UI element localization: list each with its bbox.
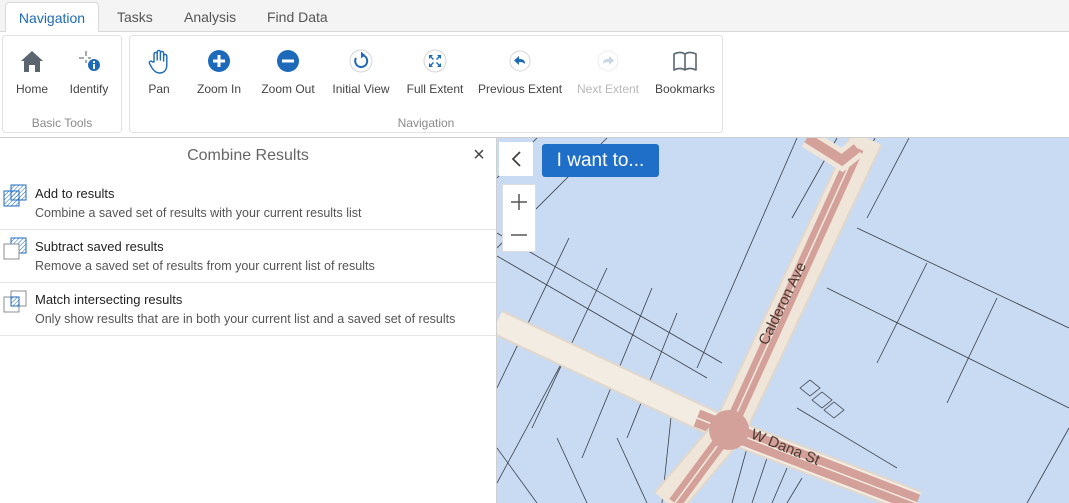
i-want-to-button[interactable]: I want to... — [542, 144, 659, 177]
item-title: Add to results — [35, 186, 115, 201]
building-outlines — [799, 379, 845, 419]
map-canvas[interactable]: Calderon Ave W Dana St — [497, 138, 1069, 503]
item-title: Subtract saved results — [35, 239, 164, 254]
previous-extent-button[interactable]: Previous Extent — [478, 36, 562, 102]
item-description: Remove a saved set of results from your … — [35, 259, 375, 273]
map-view[interactable]: Calderon Ave W Dana St I want to... — [497, 138, 1069, 503]
zoom-in-icon — [208, 50, 230, 72]
map-zoom-control — [502, 184, 536, 252]
zoom-out-label: Zoom Out — [261, 82, 315, 96]
add-to-results-item[interactable]: Add to results Combine a saved set of re… — [0, 176, 496, 230]
full-extent-icon — [423, 49, 447, 73]
pan-button[interactable]: Pan — [138, 36, 180, 102]
basic-tools-group: Home Identify Basic Tools — [2, 35, 122, 133]
add-results-icon — [3, 184, 27, 207]
initial-view-icon — [349, 49, 373, 73]
navigation-group-label: Navigation — [397, 116, 455, 130]
map-zoom-out-button[interactable] — [503, 219, 535, 252]
tab-find-data[interactable]: Find Data — [267, 2, 328, 32]
initial-view-button[interactable]: Initial View — [330, 36, 392, 102]
subtract-saved-results-item[interactable]: Subtract saved results Remove a saved se… — [0, 229, 496, 283]
zoom-in-button[interactable]: Zoom In — [194, 36, 244, 102]
plus-icon — [511, 194, 527, 210]
home-label: Home — [15, 82, 48, 96]
identify-label: Identify — [69, 82, 109, 96]
combine-results-panel: Combine Results × Add to results Combine… — [0, 138, 497, 503]
panel-title: Combine Results — [187, 147, 309, 164]
home-icon — [21, 51, 43, 72]
next-extent-icon — [597, 50, 619, 72]
tab-analysis[interactable]: Analysis — [184, 2, 236, 32]
identify-icon — [79, 51, 100, 71]
intersect-results-icon — [3, 290, 27, 313]
bookmarks-label: Bookmarks — [654, 82, 716, 96]
subtract-results-icon — [3, 237, 27, 260]
previous-extent-icon — [509, 50, 531, 72]
pan-label: Pan — [148, 82, 170, 96]
pan-hand-icon — [148, 49, 168, 74]
chevron-left-icon — [511, 151, 521, 167]
full-extent-button[interactable]: Full Extent — [404, 36, 466, 102]
ribbon-tab-bar: Navigation Tasks Analysis Find Data — [0, 0, 1069, 32]
initial-view-label: Initial View — [332, 82, 390, 96]
item-description: Only show results that are in both your … — [35, 312, 456, 326]
collapse-panel-button[interactable] — [499, 142, 533, 176]
next-extent-label: Next Extent — [576, 82, 640, 96]
map-zoom-in-button[interactable] — [503, 185, 535, 218]
tab-tasks[interactable]: Tasks — [117, 2, 153, 32]
ribbon: Home Identify Basic Tools Pan Zoom In Zo… — [0, 32, 1069, 138]
item-title: Match intersecting results — [35, 292, 183, 307]
tab-navigation[interactable]: Navigation — [5, 2, 99, 32]
next-extent-button[interactable]: Next Extent — [576, 36, 640, 102]
basic-tools-group-label: Basic Tools — [31, 116, 93, 130]
item-description: Combine a saved set of results with your… — [35, 206, 362, 220]
bookmarks-button[interactable]: Bookmarks — [654, 36, 716, 102]
zoom-in-label: Zoom In — [196, 82, 241, 96]
identify-button[interactable]: Identify — [63, 36, 115, 102]
minus-icon — [511, 234, 527, 236]
previous-extent-label: Previous Extent — [478, 82, 563, 96]
bookmarks-book-icon — [673, 51, 697, 71]
match-intersecting-results-item[interactable]: Match intersecting results Only show res… — [0, 282, 496, 336]
close-icon[interactable]: × — [470, 145, 488, 165]
navigation-group: Pan Zoom In Zoom Out Initial View Full E… — [129, 35, 723, 133]
full-extent-label: Full Extent — [406, 82, 464, 96]
home-button[interactable]: Home — [9, 36, 55, 102]
zoom-out-button[interactable]: Zoom Out — [258, 36, 318, 102]
zoom-out-icon — [277, 50, 299, 72]
